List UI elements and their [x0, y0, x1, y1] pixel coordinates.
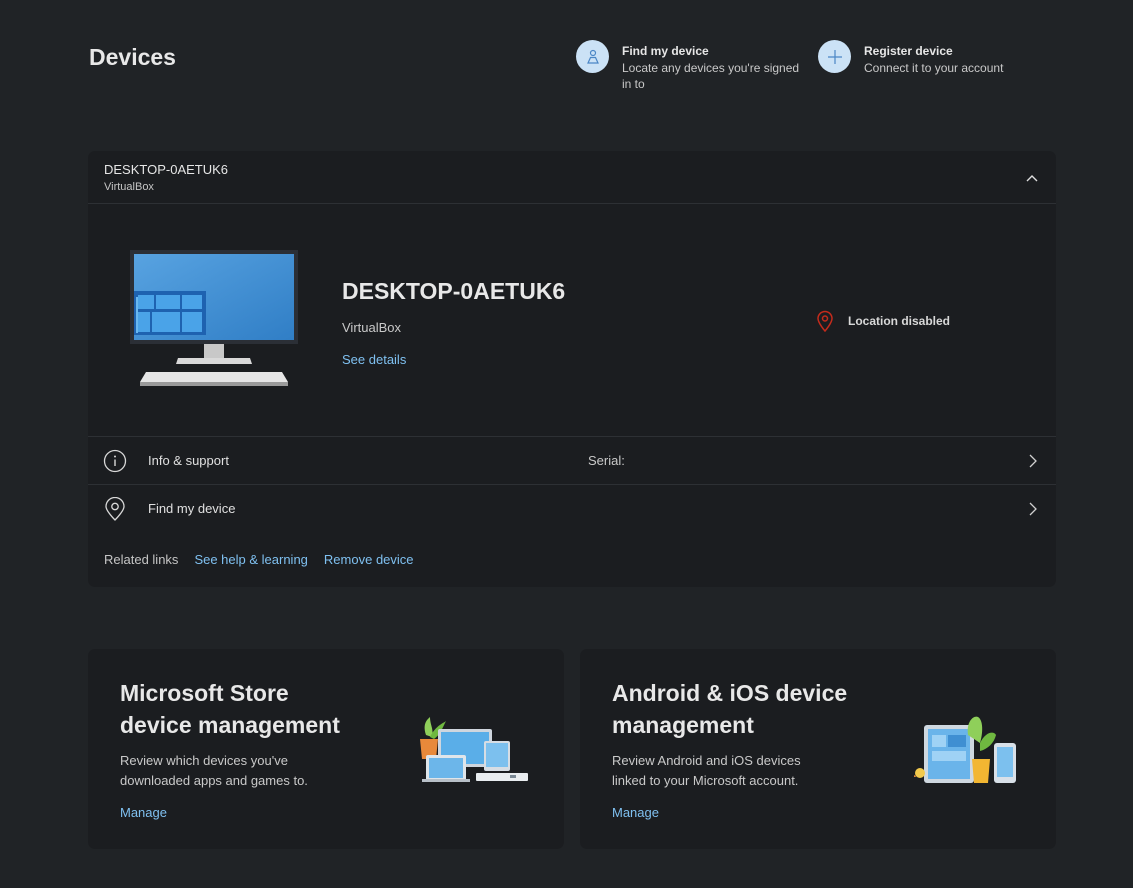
serial-label: Serial:: [588, 453, 625, 468]
store-management-desc: Review which devices you've downloaded a…: [120, 753, 308, 788]
related-links-label: Related links: [104, 552, 179, 567]
mobile-devices-illustration: [914, 716, 1016, 783]
store-management-title: Microsoft Store device management: [120, 680, 340, 738]
location-pin-icon: [817, 310, 833, 332]
info-support-label: Info & support: [148, 453, 229, 468]
device-card: DESKTOP-0AETUK6 VirtualBox DESKTOP-0AETU…: [88, 151, 1056, 587]
find-my-device-label: Find my device: [148, 501, 236, 516]
location-pin-outline-icon: [105, 497, 125, 521]
store-management-card: Microsoft Store device management Review…: [88, 649, 564, 849]
info-icon: [103, 449, 127, 473]
location-status-label: Location disabled: [848, 314, 951, 328]
register-device-title: Register device: [864, 44, 953, 58]
find-my-device-title: Find my device: [622, 44, 709, 58]
device-card-header[interactable]: DESKTOP-0AETUK6 VirtualBox: [88, 151, 1056, 204]
mobile-manage-link[interactable]: Manage: [612, 805, 659, 820]
see-details-link[interactable]: See details: [342, 352, 406, 367]
device-header-model: VirtualBox: [104, 181, 154, 193]
device-details: DESKTOP-0AETUK6 VirtualBox See details L…: [88, 204, 1056, 436]
chevron-up-icon: [1026, 175, 1038, 182]
remove-device-link[interactable]: Remove device: [324, 552, 414, 567]
find-my-device-desc: Locate any devices you're signed in to: [622, 61, 800, 91]
chevron-right-icon: [1029, 454, 1037, 468]
devices-illustration: [420, 717, 528, 782]
register-device-desc: Connect it to your account: [864, 61, 1004, 75]
chevron-right-icon: [1029, 502, 1037, 516]
find-my-device-action[interactable]: Find my device Locate any devices you're…: [576, 40, 806, 92]
location-status: Location disabled: [816, 310, 950, 332]
device-name: DESKTOP-0AETUK6: [342, 278, 566, 304]
info-support-row[interactable]: Info & support Serial:: [88, 436, 1056, 484]
device-model: VirtualBox: [342, 320, 402, 335]
collapse-button[interactable]: [1022, 168, 1042, 188]
mobile-management-card: Android & iOS device management Review A…: [580, 649, 1056, 849]
related-links: Related links See help & learning Remove…: [104, 552, 430, 567]
register-device-action[interactable]: Register device Connect it to your accou…: [818, 40, 1038, 76]
find-my-device-row[interactable]: Find my device: [88, 484, 1056, 532]
mobile-management-title: Android & iOS device management: [612, 680, 848, 738]
store-manage-link[interactable]: Manage: [120, 805, 167, 820]
device-header-name: DESKTOP-0AETUK6: [104, 162, 229, 177]
page-title: Devices: [89, 44, 176, 70]
location-person-icon: [576, 40, 609, 73]
mobile-management-desc: Review Android and iOS devices linked to…: [612, 753, 801, 788]
see-help-learning-link[interactable]: See help & learning: [194, 552, 307, 567]
desktop-computer-image: [130, 250, 298, 386]
plus-icon: [818, 40, 851, 73]
